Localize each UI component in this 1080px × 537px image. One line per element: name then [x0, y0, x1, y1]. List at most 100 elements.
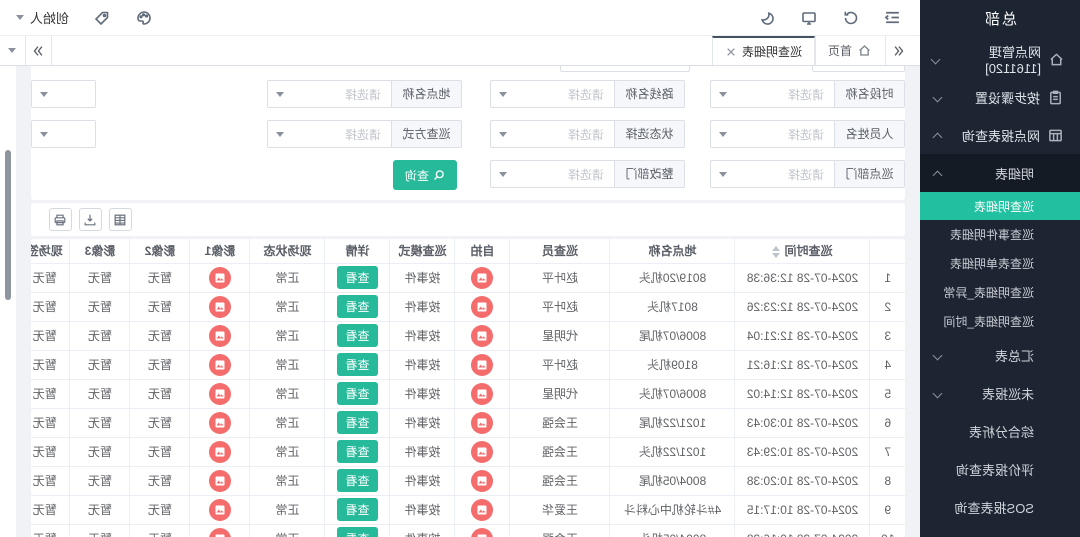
selfie-photo-badge[interactable] — [472, 499, 494, 521]
tab-patrol-detail-table[interactable]: 巡查明细表 — [712, 36, 815, 65]
sidebar-item-inspection-management[interactable]: 巡检管理 — [920, 526, 1080, 537]
personnel-name-select[interactable]: 请选择 — [710, 120, 835, 148]
view-detail-button[interactable]: 查看 — [338, 498, 378, 521]
cell-sign: 暂无 — [31, 495, 70, 524]
image1-photo-badge[interactable] — [209, 528, 231, 537]
refresh-icon[interactable] — [842, 9, 860, 27]
cell-mode: 按事件 — [390, 321, 455, 350]
image1-photo-badge[interactable] — [209, 267, 231, 289]
image1-photo-badge[interactable] — [209, 383, 231, 405]
sidebar-item-step-setup[interactable]: 按步骤设置 — [920, 78, 1080, 116]
view-detail-button[interactable]: 查看 — [338, 469, 378, 492]
selfie-photo-badge[interactable] — [472, 296, 494, 318]
sidebar-item-sos-report[interactable]: SOS报表查询 — [920, 488, 1080, 526]
cell-time: 2024-07-28 12:14:02 — [735, 379, 870, 408]
view-detail-button[interactable]: 查看 — [338, 295, 378, 318]
selfie-photo-badge[interactable] — [472, 267, 494, 289]
cell-time: 2024-07-28 10:29:43 — [735, 437, 870, 466]
view-detail-button[interactable]: 查看 — [338, 382, 378, 405]
cell-location: 8006/07机尾 — [610, 321, 735, 350]
cell-status: 正常 — [250, 379, 325, 408]
sidebar-item-patrol-detail-time[interactable]: 巡查明细表_时间 — [920, 307, 1080, 336]
palette-icon[interactable] — [135, 9, 153, 27]
view-detail-button[interactable]: 查看 — [338, 440, 378, 463]
cell-inspector: 赵叶平 — [510, 350, 610, 379]
cell-mode: 按事件 — [390, 437, 455, 466]
col-header-detail: 详情 — [325, 239, 390, 263]
tabs-menu-icon[interactable] — [0, 36, 26, 65]
tag-icon[interactable] — [93, 9, 111, 27]
image1-photo-badge[interactable] — [209, 354, 231, 376]
route-name-select[interactable]: 请选择 — [490, 80, 615, 108]
selfie-photo-badge[interactable] — [472, 412, 494, 434]
view-detail-button[interactable]: 查看 — [338, 266, 378, 289]
selfie-photo-badge[interactable] — [472, 441, 494, 463]
patrol-dept-select[interactable]: 请选择 — [710, 160, 835, 188]
table-row: 22024-07-28 12:23:268017机头赵叶平 按事件 查看 正常 … — [31, 292, 905, 321]
user-menu[interactable]: 创始人 — [16, 8, 69, 27]
view-detail-button[interactable]: 查看 — [338, 324, 378, 347]
cell-img2: 暂无 — [130, 321, 190, 350]
view-detail-button[interactable]: 查看 — [338, 353, 378, 376]
clipped-input[interactable] — [560, 66, 690, 72]
cell-seq: 10 — [870, 524, 905, 537]
patrol-method-select[interactable]: 请选择 — [267, 120, 392, 148]
selfie-photo-badge[interactable] — [472, 354, 494, 376]
selfie-photo-badge[interactable] — [472, 470, 494, 492]
monitor-icon[interactable] — [800, 9, 818, 27]
extra-select[interactable] — [31, 120, 96, 148]
moon-icon[interactable] — [758, 9, 776, 27]
image1-photo-badge[interactable] — [209, 499, 231, 521]
status-select[interactable]: 请选择 — [490, 120, 615, 148]
sort-icon[interactable] — [773, 246, 781, 258]
field-route-name: 路线名称 请选择 — [490, 80, 685, 108]
view-detail-button[interactable]: 查看 — [338, 527, 378, 537]
cell-img2: 暂无 — [130, 408, 190, 437]
scrollbar-track[interactable] — [0, 66, 16, 537]
sidebar-item-comprehensive-analysis[interactable]: 综合分析表 — [920, 412, 1080, 450]
sidebar-item-label: 明细表 — [995, 164, 1034, 183]
image1-photo-badge[interactable] — [209, 296, 231, 318]
export-icon[interactable] — [79, 208, 102, 231]
sidebar-item-patrol-detail-abnormal[interactable]: 巡查明细表_异常 — [920, 278, 1080, 307]
sidebar-item-unpatrolled-report[interactable]: 未巡报表 — [920, 374, 1080, 412]
sidebar-item-evaluation-report[interactable]: 评价报表查询 — [920, 450, 1080, 488]
collapse-menu-icon[interactable] — [884, 9, 902, 27]
tabs-scroll-right-icon[interactable] — [26, 36, 52, 65]
selfie-photo-badge[interactable] — [472, 528, 494, 537]
view-detail-button[interactable]: 查看 — [338, 411, 378, 434]
selfie-photo-badge[interactable] — [472, 325, 494, 347]
tabs-scroll-left-icon[interactable] — [886, 36, 912, 65]
search-button[interactable]: 查询 — [393, 160, 457, 190]
sidebar-item-site-reports[interactable]: 网点报表查询 — [920, 116, 1080, 154]
rectify-dept-select[interactable]: 请选择 — [490, 160, 615, 188]
image1-photo-badge[interactable] — [209, 412, 231, 434]
sidebar-item-patrol-event-detail[interactable]: 巡查事件明细表 — [920, 220, 1080, 249]
location-name-select[interactable]: 请选择 — [267, 80, 392, 108]
sidebar-item-patrol-detail-table[interactable]: 巡查明细表 — [920, 192, 1080, 220]
cell-mode: 按事件 — [390, 379, 455, 408]
main-area: 创始人 首页 巡查明细表 — [0, 0, 920, 537]
time-period-select[interactable]: 请选择 — [710, 80, 835, 108]
column-settings-icon[interactable] — [109, 208, 132, 231]
filter-panel: 时段名称 请选择 路线名称 请选择 地点名称 请选择 人员姓名 — [31, 66, 905, 200]
cell-img1 — [190, 524, 250, 537]
clipped-input[interactable] — [812, 66, 905, 72]
tab-home[interactable]: 首页 — [815, 36, 886, 65]
filter-row-2: 人员姓名 请选择 状态选择 请选择 巡查方式 请选择 — [31, 120, 905, 148]
scrollbar-thumb[interactable] — [5, 150, 11, 300]
photo-icon — [477, 301, 489, 313]
image1-photo-badge[interactable] — [209, 325, 231, 347]
sidebar-item-site-management[interactable]: 网点管理 [1161120] — [920, 40, 1080, 78]
extra-select[interactable] — [31, 80, 96, 108]
image1-photo-badge[interactable] — [209, 441, 231, 463]
close-icon[interactable] — [725, 46, 737, 58]
image1-photo-badge[interactable] — [209, 470, 231, 492]
print-icon[interactable] — [49, 208, 72, 231]
selfie-photo-badge[interactable] — [472, 383, 494, 405]
col-header-time[interactable]: 巡查时间 — [735, 239, 870, 263]
sidebar-item-patrol-form-detail[interactable]: 巡查表单明细表 — [920, 249, 1080, 278]
sidebar-item-summary-table[interactable]: 汇总表 — [920, 336, 1080, 374]
sidebar-item-detail-tables[interactable]: 明细表 — [920, 154, 1080, 192]
chevron-down-icon — [276, 132, 284, 137]
